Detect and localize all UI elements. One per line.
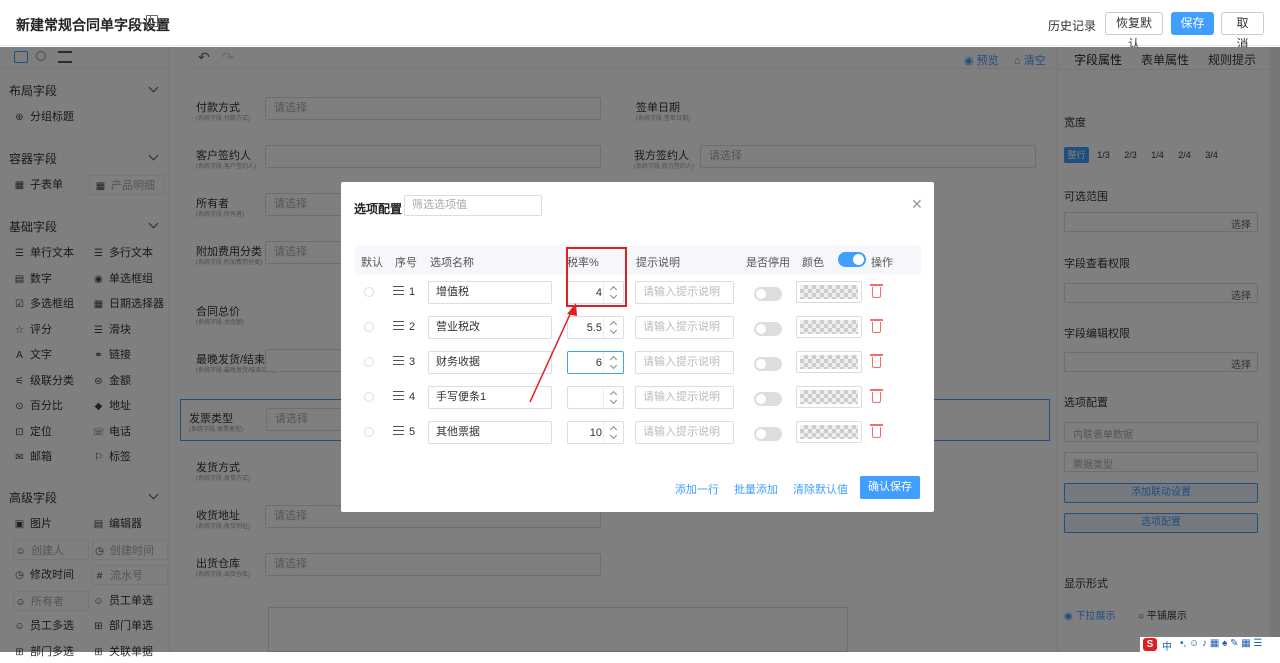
row-seq: 3: [409, 356, 416, 368]
color-picker[interactable]: [796, 386, 862, 408]
col-seq: 序号: [395, 257, 417, 269]
option-row: 4 手写便条1 请输入提示说明: [355, 380, 921, 415]
col-color: 颜色: [802, 257, 824, 269]
default-radio[interactable]: [364, 287, 374, 297]
hint-input[interactable]: 请输入提示说明: [635, 281, 734, 304]
option-filter-input[interactable]: 筛选选项值: [404, 195, 542, 216]
disable-toggle[interactable]: [754, 287, 782, 301]
option-config-dialog: 选项配置 筛选选项值 ✕ 默认 序号 选项名称 税率% 提示说明 是否停用 颜色…: [341, 182, 934, 512]
dialog-title: 选项配置: [354, 202, 403, 216]
ime-icons[interactable]: •, ☺ ♪ ▦ ♠ ✎ ▦ ☰: [1180, 638, 1263, 649]
default-radio[interactable]: [364, 392, 374, 402]
number-stepper[interactable]: [603, 317, 624, 338]
default-radio[interactable]: [364, 427, 374, 437]
drag-handle-icon[interactable]: [393, 286, 404, 295]
chevron-down-icon[interactable]: [609, 361, 618, 370]
option-name-input[interactable]: 其他票据: [428, 421, 552, 444]
checker-swatch: [800, 355, 858, 369]
highlight-box: [566, 247, 627, 307]
color-picker[interactable]: [796, 316, 862, 338]
history-link[interactable]: 历史记录: [1048, 17, 1096, 34]
option-row: 1 增值税 4 请输入提示说明: [355, 275, 921, 310]
disable-toggle[interactable]: [754, 357, 782, 371]
batch-add-link[interactable]: 批量添加: [734, 481, 778, 497]
ime-toolbar[interactable]: S 中 •, ☺ ♪ ▦ ♠ ✎ ▦ ☰: [1140, 637, 1280, 653]
drag-handle-icon[interactable]: [393, 356, 404, 365]
disable-toggle[interactable]: [754, 427, 782, 441]
row-seq: 2: [409, 321, 416, 333]
close-icon[interactable]: ✕: [911, 196, 923, 213]
row-seq: 1: [409, 286, 416, 298]
scrollbar[interactable]: [1270, 47, 1280, 652]
hint-input[interactable]: 请输入提示说明: [635, 316, 734, 339]
default-radio[interactable]: [364, 357, 374, 367]
drag-handle-icon[interactable]: [393, 391, 404, 400]
color-picker[interactable]: [796, 281, 862, 303]
option-row: 3 财务收据 6 请输入提示说明: [355, 345, 921, 380]
delete-icon[interactable]: [870, 424, 883, 438]
delete-icon[interactable]: [870, 284, 883, 298]
color-picker[interactable]: [796, 421, 862, 443]
top-bar: 新建常规合同单字段设置 历史记录 恢复默认 保存 取 消: [0, 0, 1280, 51]
ime-mode[interactable]: 中: [1162, 638, 1172, 653]
checker-swatch: [800, 425, 858, 439]
row-seq: 5: [409, 426, 416, 438]
option-table-header: 默认 序号 选项名称 税率% 提示说明 是否停用 颜色 操作: [355, 245, 921, 275]
number-stepper[interactable]: [603, 387, 624, 408]
delete-icon[interactable]: [870, 389, 883, 403]
checker-swatch: [800, 390, 858, 404]
drag-handle-icon[interactable]: [393, 426, 404, 435]
col-disabled: 是否停用: [746, 257, 790, 269]
layout-icon[interactable]: [146, 15, 158, 27]
delete-icon[interactable]: [870, 319, 883, 333]
col-default: 默认: [361, 257, 383, 269]
row-seq: 4: [409, 391, 416, 403]
number-stepper[interactable]: [603, 422, 624, 443]
col-name: 选项名称: [430, 257, 474, 269]
drag-handle-icon[interactable]: [393, 321, 404, 330]
hint-input[interactable]: 请输入提示说明: [635, 421, 734, 444]
sogou-logo: S: [1143, 638, 1157, 651]
col-action: 操作: [871, 257, 893, 269]
chevron-down-icon[interactable]: [609, 396, 618, 405]
chevron-down-icon[interactable]: [609, 431, 618, 440]
default-radio[interactable]: [364, 322, 374, 332]
color-enable-toggle[interactable]: [838, 252, 866, 267]
col-hint: 提示说明: [636, 257, 680, 269]
clear-default-link[interactable]: 清除默认值: [793, 481, 848, 497]
disable-toggle[interactable]: [754, 322, 782, 336]
option-row: 5 其他票据 10 请输入提示说明: [355, 415, 921, 450]
checker-swatch: [800, 285, 858, 299]
hint-input[interactable]: 请输入提示说明: [635, 386, 734, 409]
checker-swatch: [800, 320, 858, 334]
tax-rate-input[interactable]: 10: [567, 421, 624, 444]
tax-rate-value: 10: [589, 427, 602, 439]
add-row-link[interactable]: 添加一行: [675, 481, 719, 497]
color-picker[interactable]: [796, 351, 862, 373]
disable-toggle[interactable]: [754, 392, 782, 406]
number-stepper[interactable]: [603, 352, 624, 373]
annotation-arrow: [529, 303, 577, 403]
delete-icon[interactable]: [870, 354, 883, 368]
hint-input[interactable]: 请输入提示说明: [635, 351, 734, 374]
confirm-save-button[interactable]: 确认保存: [860, 476, 920, 499]
save-button[interactable]: 保存: [1171, 12, 1214, 35]
cancel-button[interactable]: 取 消: [1221, 12, 1264, 51]
restore-default-button[interactable]: 恢复默认: [1105, 12, 1163, 51]
chevron-down-icon[interactable]: [609, 326, 618, 335]
option-row: 2 营业税改 5.5 请输入提示说明: [355, 310, 921, 345]
